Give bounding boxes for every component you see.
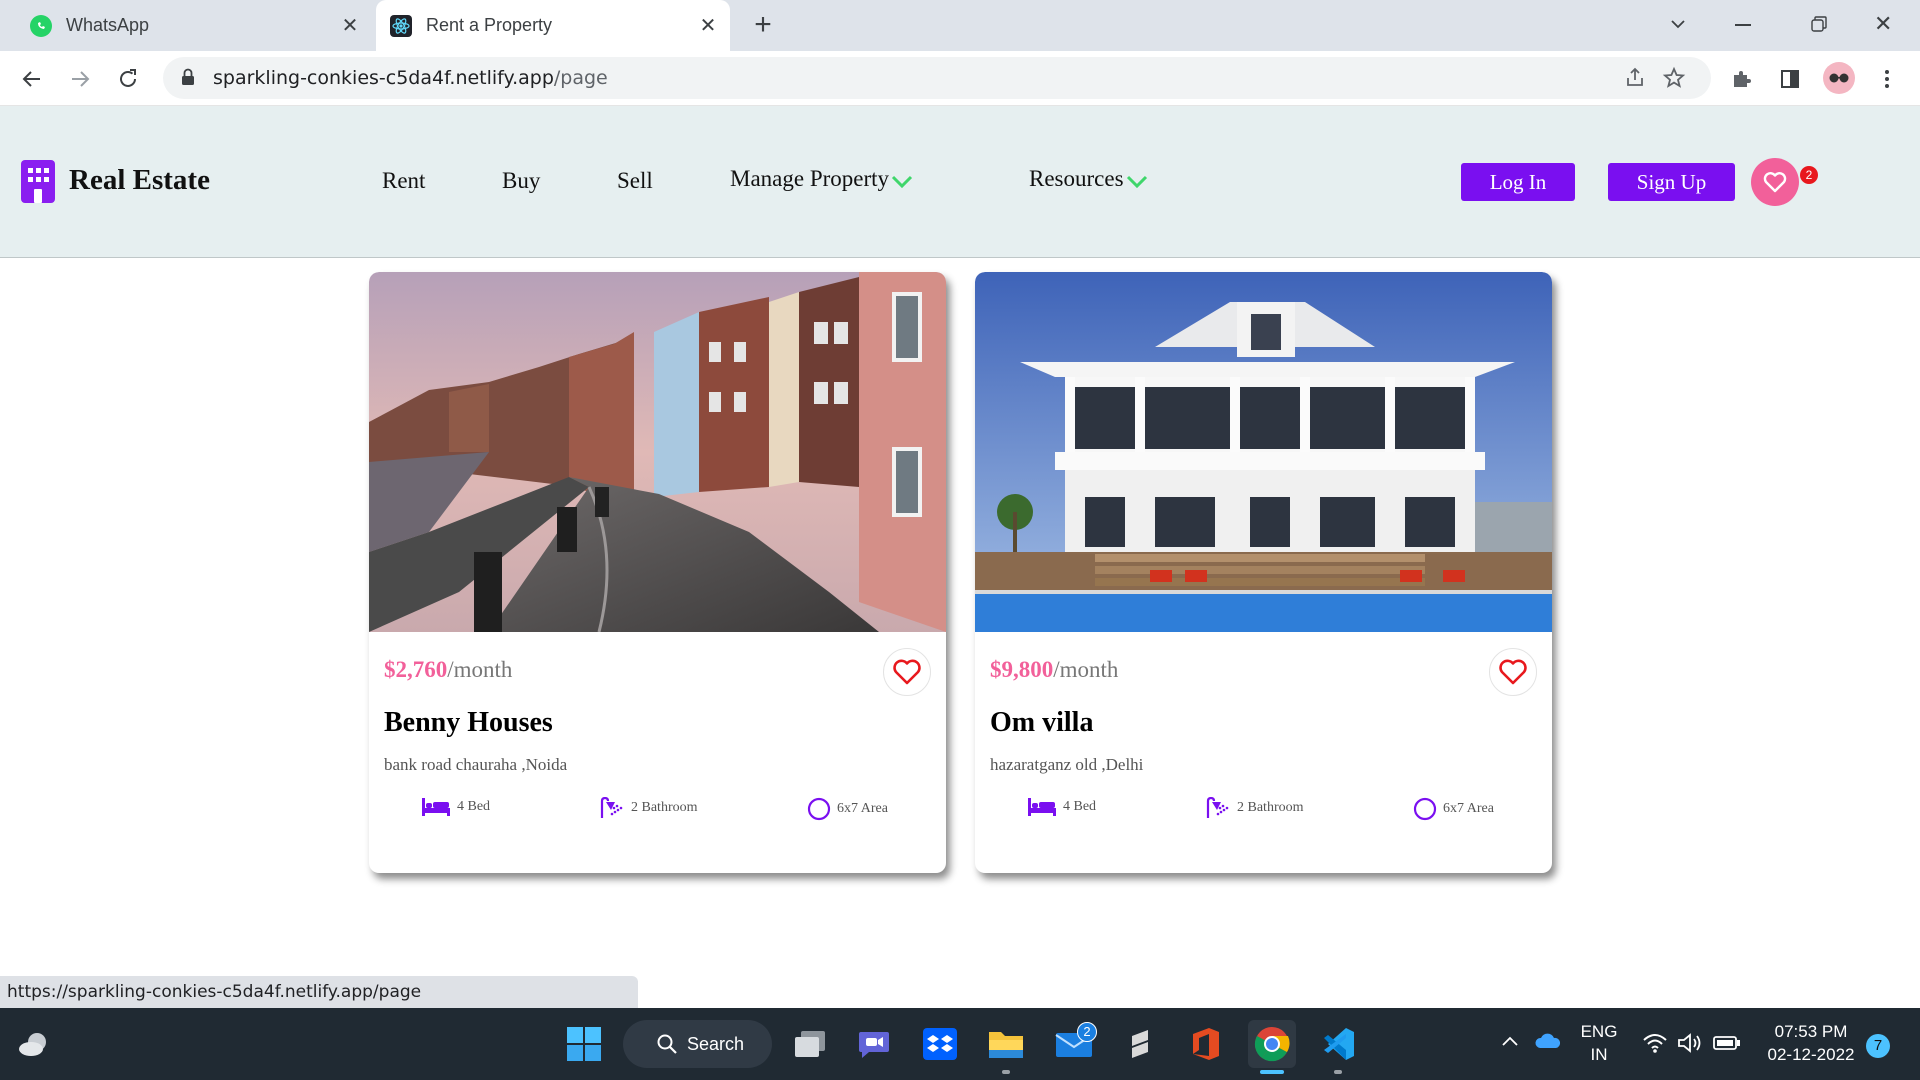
dropbox-icon[interactable] [916, 1020, 964, 1068]
property-name[interactable]: Benny Houses [384, 707, 553, 739]
mail-unread-badge: 2 [1077, 1022, 1097, 1042]
nav-sell[interactable]: Sell [617, 168, 653, 194]
chrome-icon[interactable] [1248, 1020, 1296, 1068]
forward-arrow-icon[interactable] [64, 63, 96, 95]
battery-icon[interactable] [1713, 1035, 1741, 1056]
office-icon[interactable] [1182, 1020, 1230, 1068]
login-button[interactable]: Log In [1461, 163, 1575, 201]
browser-toolbar: sparkling-conkies-c5da4f.netlify.app/pag… [0, 51, 1920, 106]
whatsapp-icon [30, 14, 52, 37]
window-close-icon[interactable]: ✕ [1874, 11, 1892, 37]
lock-icon[interactable] [181, 68, 195, 91]
start-windows-icon[interactable] [560, 1020, 608, 1068]
file-explorer-icon[interactable] [982, 1020, 1030, 1068]
circle-area-icon [1413, 797, 1437, 821]
back-arrow-icon[interactable] [16, 63, 48, 95]
brand-name[interactable]: Real Estate [69, 164, 210, 197]
share-icon[interactable] [1623, 66, 1647, 95]
feature-bathrooms: 2 Bathroom [599, 797, 698, 819]
chevron-down-icon [1126, 168, 1148, 194]
onedrive-icon[interactable] [1534, 1032, 1562, 1055]
property-location: hazaratganz old ,Delhi [990, 755, 1144, 774]
react-icon [390, 14, 412, 37]
tray-overflow-chevron-icon[interactable] [1500, 1034, 1520, 1053]
vscode-icon[interactable] [1314, 1020, 1362, 1068]
active-app-indicator [1260, 1070, 1284, 1074]
property-photo-street[interactable] [369, 272, 946, 632]
feature-area: 6x7 Area [1413, 797, 1494, 821]
clock[interactable]: 07:53 PM 02-12-2022 [1756, 1022, 1866, 1065]
feature-beds: 4 Bed [1027, 797, 1096, 817]
property-card[interactable]: $9,800/month Om villa hazaratganz old ,D… [975, 272, 1552, 873]
wifi-icon[interactable] [1642, 1032, 1668, 1059]
favorite-toggle-button[interactable] [883, 648, 931, 696]
circle-area-icon [807, 797, 831, 821]
task-view-icon[interactable] [786, 1020, 834, 1068]
feature-bathrooms: 2 Bathroom [1205, 797, 1304, 819]
volume-icon[interactable] [1677, 1032, 1703, 1059]
new-tab-icon[interactable]: + [748, 10, 778, 40]
active-app-indicator [1002, 1070, 1010, 1074]
property-name[interactable]: Om villa [990, 707, 1093, 739]
property-price: $9,800/month [990, 657, 1119, 682]
property-location: bank road chauraha ,Noida [384, 755, 568, 774]
teams-chat-icon[interactable] [850, 1020, 898, 1068]
tab-title: WhatsApp [66, 15, 150, 35]
nav-rent[interactable]: Rent [382, 168, 425, 194]
address-bar[interactable]: sparkling-conkies-c5da4f.netlify.app/pag… [163, 57, 1711, 99]
site-header: Real Estate Rent Buy Sell Manage Propert… [0, 106, 1920, 258]
bed-icon [1028, 798, 1056, 816]
close-tab-icon[interactable]: ✕ [696, 13, 720, 37]
extensions-puzzle-icon[interactable] [1726, 63, 1758, 95]
property-card[interactable]: $2,760/month Benny Houses bank road chau… [369, 272, 946, 873]
signup-button[interactable]: Sign Up [1608, 163, 1735, 201]
status-bar-url: https://sparkling-conkies-c5da4f.netlify… [0, 976, 638, 1008]
side-panel-icon[interactable] [1774, 63, 1806, 95]
feature-beds: 4 Bed [421, 797, 490, 817]
bookmark-star-icon[interactable] [1662, 66, 1686, 95]
bed-icon [422, 798, 450, 816]
browser-tab-bar: WhatsApp ✕ Rent a Property ✕ + ✕ [0, 0, 1920, 51]
heart-icon [893, 659, 921, 685]
nav-manage-property-label: Manage Property [730, 166, 890, 191]
weather-icon[interactable] [10, 1020, 58, 1068]
reload-icon[interactable] [112, 63, 144, 95]
tab-rent-a-property[interactable]: Rent a Property ✕ [376, 0, 730, 51]
notification-count-badge[interactable]: 7 [1866, 1034, 1890, 1058]
language-indicator[interactable]: ENG IN [1578, 1022, 1620, 1065]
nav-resources-label: Resources [1029, 166, 1124, 191]
tab-whatsapp[interactable]: WhatsApp ✕ [18, 0, 368, 51]
more-menu-icon[interactable] [1871, 63, 1903, 95]
favorite-toggle-button[interactable] [1489, 648, 1537, 696]
minimize-icon[interactable] [1735, 24, 1751, 26]
taskbar-search[interactable]: Search [623, 1020, 772, 1068]
url-text: sparkling-conkies-c5da4f.netlify.app/pag… [213, 67, 608, 89]
search-icon [657, 1034, 677, 1054]
close-tab-icon[interactable]: ✕ [338, 13, 362, 37]
favorites-count-badge: 2 [1800, 166, 1818, 184]
windows-taskbar: Search 2 ENG IN 07:53 PM 02-12-2022 7 [0, 1008, 1920, 1080]
nav-manage-property[interactable]: Manage Property [730, 166, 913, 194]
active-app-indicator [1334, 1070, 1342, 1074]
tab-title: Rent a Property [426, 15, 553, 35]
tab-search-chevron-icon[interactable] [1666, 12, 1690, 41]
feature-area: 6x7 Area [807, 797, 888, 821]
property-photo-villa[interactable] [975, 272, 1552, 632]
building-logo-icon [21, 160, 55, 203]
sublime-icon[interactable] [1116, 1020, 1164, 1068]
nav-resources[interactable]: Resources [1029, 166, 1148, 194]
shower-icon [1206, 797, 1229, 818]
heart-icon [1499, 659, 1527, 685]
heart-icon [1763, 172, 1787, 193]
nav-buy[interactable]: Buy [502, 168, 540, 194]
chevron-down-icon [891, 168, 913, 194]
restore-icon[interactable] [1810, 15, 1828, 38]
favorites-button[interactable] [1751, 158, 1799, 206]
shower-icon [600, 797, 623, 818]
profile-avatar[interactable] [1823, 62, 1855, 94]
property-price: $2,760/month [384, 657, 513, 682]
